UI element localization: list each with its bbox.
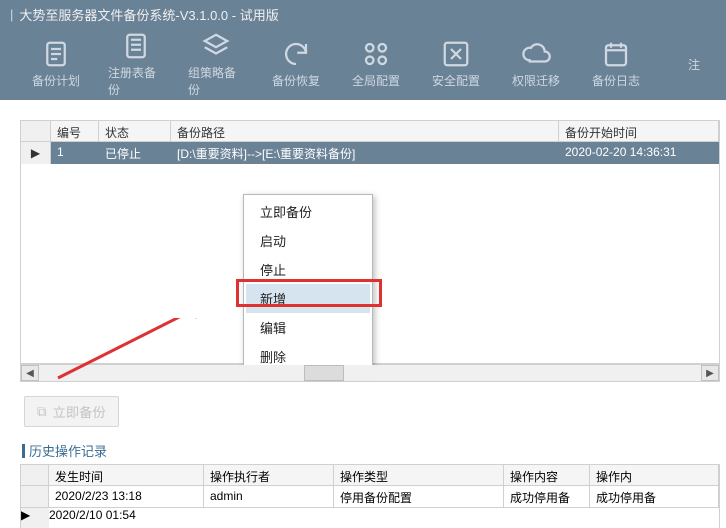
action-row: ⧉ 立即备份 <box>24 396 726 427</box>
backup-now-label: 立即备份 <box>53 402 106 421</box>
scroll-track[interactable] <box>39 365 701 381</box>
toolbar-registry-backup[interactable]: 注册表备份 <box>108 31 164 98</box>
menu-add-new[interactable]: 新增 <box>246 284 370 313</box>
cell-num: 1 <box>51 142 99 164</box>
horizontal-scrollbar[interactable]: ◀ ▶ <box>20 364 720 382</box>
scroll-right-button[interactable]: ▶ <box>701 365 719 381</box>
backup-grid: 编号 状态 备份路径 备份开始时间 ▶ 1 已停止 [D:\重要资料]-->[E… <box>20 120 720 382</box>
toolbar-label: 安全配置 <box>432 72 480 89</box>
toolbar-global-config[interactable]: 全局配置 <box>348 39 404 89</box>
col-header-status[interactable]: 状态 <box>99 121 171 141</box>
window-title: 大势至服务器文件备份系统-V3.1.0.0 - 试用版 <box>19 5 278 24</box>
refresh-icon <box>281 39 311 69</box>
history-row-marker <box>21 486 49 507</box>
backup-now-button: ⧉ 立即备份 <box>24 396 119 427</box>
clipboard-icon <box>41 39 71 69</box>
context-menu: 立即备份 启动 停止 新增 编辑 删除 <box>243 194 373 374</box>
row-marker-header <box>21 121 51 141</box>
history-title-text: 历史操作记录 <box>29 441 107 460</box>
history-grid: 发生时间 操作执行者 操作类型 操作内容 操作内 2020/2/23 13:18… <box>20 464 720 528</box>
grid-icon <box>361 39 391 69</box>
toolbar-backup-plan[interactable]: 备份计划 <box>28 39 84 89</box>
history-header: 发生时间 操作执行者 操作类型 操作内容 操作内 <box>20 464 720 486</box>
grid-body[interactable]: 立即备份 启动 停止 新增 编辑 删除 <box>20 164 720 364</box>
copy-icon: ⧉ <box>37 404 47 420</box>
toolbar-label: 全局配置 <box>352 72 400 89</box>
toolbar-restore[interactable]: 备份恢复 <box>268 39 324 89</box>
cell-start: 2020-02-20 14:36:31 <box>559 142 719 164</box>
calendar-icon <box>601 39 631 69</box>
hcell-type: 停用备份配置 <box>334 486 504 507</box>
toolbar-security-config[interactable]: 安全配置 <box>428 39 484 89</box>
hcell-time: 2020/2/10 01:54 <box>49 508 204 528</box>
toolbar-label: 备份日志 <box>592 72 640 89</box>
hcell-content2: 成功停用备 <box>590 486 719 507</box>
toolbar-right-label: 注 <box>688 56 700 73</box>
hcol-time[interactable]: 发生时间 <box>49 465 204 485</box>
history-row[interactable]: 2020/2/23 13:18 admin 停用备份配置 成功停用备 成功停用备 <box>20 486 720 508</box>
cell-status: 已停止 <box>99 142 171 164</box>
layers-icon <box>201 31 231 61</box>
menu-backup-now[interactable]: 立即备份 <box>246 197 370 226</box>
col-header-num[interactable]: 编号 <box>51 121 99 141</box>
grid-header: 编号 状态 备份路径 备份开始时间 <box>20 120 720 142</box>
menu-edit[interactable]: 编辑 <box>246 313 370 342</box>
history-section-title: 历史操作记录 <box>22 441 726 460</box>
toolbar-label: 注册表备份 <box>108 64 164 98</box>
main-toolbar: 备份计划 注册表备份 组策略备份 备份恢复 全局配置 安全配置 权限迁移 备份日… <box>0 28 726 100</box>
hcol-content2[interactable]: 操作内 <box>590 465 719 485</box>
document-icon <box>121 31 151 61</box>
row-marker: ▶ <box>21 142 51 164</box>
col-header-start[interactable]: 备份开始时间 <box>559 121 719 141</box>
col-header-path[interactable]: 备份路径 <box>171 121 559 141</box>
hcol-actor[interactable]: 操作执行者 <box>204 465 334 485</box>
menu-stop[interactable]: 停止 <box>246 255 370 284</box>
scroll-left-button[interactable]: ◀ <box>21 365 39 381</box>
history-row-marker-header <box>21 465 49 485</box>
title-bar-icon <box>22 444 25 458</box>
history-row[interactable]: ▶ 2020/2/10 01:54 <box>20 508 720 528</box>
tools-icon <box>441 39 471 69</box>
scroll-thumb[interactable] <box>304 365 344 381</box>
cloud-icon <box>521 39 551 69</box>
toolbar-right[interactable]: 注 <box>670 56 726 73</box>
toolbar-label: 权限迁移 <box>512 72 560 89</box>
toolbar-permission-migration[interactable]: 权限迁移 <box>508 39 564 89</box>
hcell-content: 成功停用备 <box>504 486 590 507</box>
toolbar-backup-log[interactable]: 备份日志 <box>588 39 644 89</box>
toolbar-label: 组策略备份 <box>188 64 244 98</box>
hcol-content[interactable]: 操作内容 <box>504 465 590 485</box>
titlebar: | 大势至服务器文件备份系统-V3.1.0.0 - 试用版 <box>0 0 726 28</box>
table-row[interactable]: ▶ 1 已停止 [D:\重要资料]-->[E:\重要资料备份] 2020-02-… <box>20 142 720 164</box>
menu-start[interactable]: 启动 <box>246 226 370 255</box>
hcol-type[interactable]: 操作类型 <box>334 465 504 485</box>
toolbar-label: 备份计划 <box>32 72 80 89</box>
cell-path: [D:\重要资料]-->[E:\重要资料备份] <box>171 142 559 164</box>
toolbar-policy-backup[interactable]: 组策略备份 <box>188 31 244 98</box>
hcell-time: 2020/2/23 13:18 <box>49 486 204 507</box>
toolbar-label: 备份恢复 <box>272 72 320 89</box>
title-sep: | <box>10 7 13 22</box>
hcell-actor: admin <box>204 486 334 507</box>
history-row-marker: ▶ <box>21 508 49 528</box>
